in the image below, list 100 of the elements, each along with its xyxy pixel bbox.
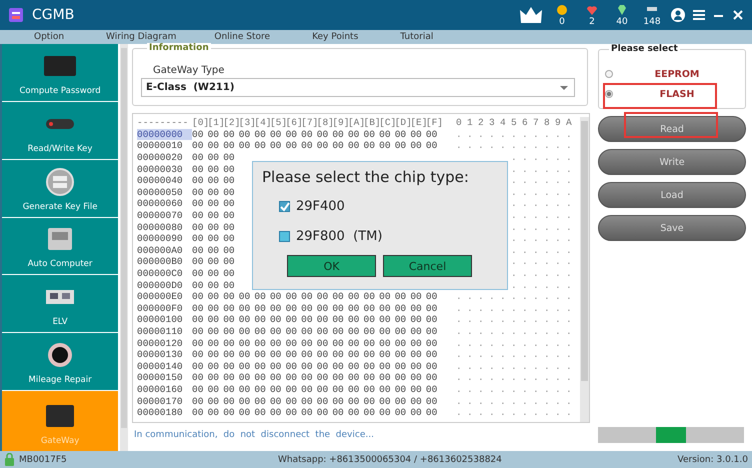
byte-cell-text: 00 xyxy=(426,128,438,140)
offset-cell[interactable]: 00000130 xyxy=(137,349,192,360)
ascii-cell-text: . xyxy=(555,280,562,291)
byte-cell-text: 00 xyxy=(238,338,252,349)
offset-cell[interactable]: 00000110 xyxy=(137,326,192,337)
close-icon[interactable] xyxy=(732,9,744,21)
offset-cell[interactable]: 00000140 xyxy=(137,360,192,372)
ascii-cell-text: . xyxy=(544,338,551,349)
offset-cell[interactable]: 00000060 xyxy=(137,198,192,210)
byte-cell-text: 00 xyxy=(364,338,376,349)
ascii-cell-text: . xyxy=(511,198,518,210)
scrollbar[interactable] xyxy=(120,44,128,451)
offset-cell[interactable]: 00000100 xyxy=(137,314,192,326)
radio-label[interactable]: EEPROM xyxy=(613,68,741,80)
checkbox[interactable] xyxy=(279,200,290,212)
user-icon[interactable] xyxy=(671,8,685,22)
menu-item[interactable]: Wiring Diagram xyxy=(106,32,176,42)
byte-cell-text: 00 xyxy=(286,360,298,372)
menu-item[interactable]: Online Store xyxy=(214,32,270,42)
offset-cell[interactable]: 00000030 xyxy=(137,164,192,175)
ascii-cell-text: . xyxy=(544,384,551,395)
byte-cell-text: 00 xyxy=(316,360,330,372)
group-title: Please select xyxy=(609,44,680,54)
offset-cell[interactable]: 000000F0 xyxy=(137,302,192,314)
sidebar-item[interactable]: Generate Key File xyxy=(2,160,118,217)
offset-cell[interactable]: 00000080 xyxy=(137,222,192,233)
ascii-cell-text: . xyxy=(566,372,573,384)
menu-item[interactable]: Option xyxy=(34,32,64,42)
offset-cell[interactable]: 00000170 xyxy=(137,396,192,407)
byte-cell-text: 00 xyxy=(192,186,204,198)
byte-cell-text: 00 xyxy=(364,360,376,372)
ascii-cell-text: . xyxy=(511,360,518,372)
ascii-cell-text: . xyxy=(511,164,518,175)
gateway-type-dropdown[interactable]: E-Class (W211) xyxy=(141,78,575,97)
checkbox-label[interactable]: 29F400 xyxy=(296,198,345,214)
checkbox[interactable] xyxy=(279,230,290,242)
byte-cell-text: 00 xyxy=(410,326,423,337)
byte-cell-text: 00 xyxy=(223,152,236,164)
ascii-cell-text: . xyxy=(522,302,529,314)
offset-cell[interactable]: 00000000 xyxy=(137,128,192,140)
sidebar-item[interactable]: Read/Write Key xyxy=(2,102,118,159)
offset-cell[interactable]: 00000040 xyxy=(137,175,192,186)
dialog-button[interactable]: Cancel xyxy=(383,255,472,277)
offset-cell[interactable]: 00000180 xyxy=(137,407,192,418)
sidebar-item[interactable]: Auto Computer xyxy=(2,218,118,274)
byte-cell-text: 00 xyxy=(394,302,408,314)
byte-cell-text: 00 xyxy=(286,326,298,337)
byte-cell-text: 00 xyxy=(286,128,298,140)
byte-cell-text: 00 xyxy=(223,128,236,140)
scroll-thumb[interactable] xyxy=(121,48,128,428)
radio-label[interactable]: FLASH xyxy=(613,88,741,100)
byte-cell-text: 00 xyxy=(410,396,423,407)
ascii-cell-text: . xyxy=(566,314,573,326)
offset-cell[interactable]: 000000E0 xyxy=(137,291,192,302)
offset-cell[interactable]: 00000070 xyxy=(137,210,192,222)
byte-cell-text: 00 xyxy=(254,396,267,407)
byte-cell-text: 00 xyxy=(364,326,376,337)
offset-cell[interactable]: 00000020 xyxy=(137,152,192,164)
ascii-cell-text: . xyxy=(489,396,496,407)
sidebar-item[interactable]: Compute Password xyxy=(2,44,118,101)
offset-cell[interactable]: 000000A0 xyxy=(137,244,192,256)
radio-button[interactable] xyxy=(605,90,613,98)
menu-icon[interactable] xyxy=(693,9,705,21)
checkbox-label[interactable]: 29F800 (TM) xyxy=(296,228,382,244)
ascii-cell-text: . xyxy=(467,314,474,326)
ascii-cell-text: . xyxy=(555,222,562,233)
byte-cell-text: 00 xyxy=(394,349,408,360)
offset-cell[interactable]: 000000C0 xyxy=(137,268,192,280)
ascii-cell-text: . xyxy=(478,326,485,337)
ascii-cell-text: . xyxy=(566,128,573,140)
scrollbar[interactable] xyxy=(580,117,589,422)
sidebar-item[interactable]: ELV xyxy=(2,275,118,332)
byte-cell-text: 00 xyxy=(270,360,282,372)
ascii-cell-text: . xyxy=(533,186,540,198)
offset-cell[interactable]: 00000120 xyxy=(137,338,192,349)
radio-button[interactable] xyxy=(605,70,613,78)
offset-cell[interactable]: 000000B0 xyxy=(137,256,192,268)
menu-item[interactable]: Tutorial xyxy=(400,32,434,42)
byte-cell-text: 00 xyxy=(208,186,220,198)
sidebar-item[interactable]: Mileage Repair xyxy=(2,333,118,390)
scroll-thumb[interactable] xyxy=(581,121,588,381)
offset-cell[interactable]: 00000050 xyxy=(137,186,192,198)
ecu-box-icon xyxy=(48,228,72,250)
offset-cell[interactable]: 00000090 xyxy=(137,233,192,244)
offset-cell[interactable]: 00000010 xyxy=(137,140,192,152)
ascii-cell-text: . xyxy=(478,349,485,360)
offset-cell[interactable]: 000000D0 xyxy=(137,280,192,291)
offset-cell[interactable]: 00000160 xyxy=(137,384,192,395)
offset-cell[interactable]: 00000150 xyxy=(137,372,192,384)
byte-cell-text: 00 xyxy=(332,372,345,384)
byte-cell-text: 00 xyxy=(223,302,236,314)
dialog-button[interactable]: OK xyxy=(287,255,376,277)
byte-cell-text: 00 xyxy=(238,384,252,395)
byte-cell-text: 00 xyxy=(208,302,220,314)
ascii-cell-text: . xyxy=(456,128,463,140)
byte-cell-text: 00 xyxy=(410,372,423,384)
menu-item[interactable]: Key Points xyxy=(312,32,358,42)
crown-icon[interactable] xyxy=(519,5,543,25)
byte-cell-text: 00 xyxy=(208,256,220,268)
column-header: 5 xyxy=(511,117,518,128)
